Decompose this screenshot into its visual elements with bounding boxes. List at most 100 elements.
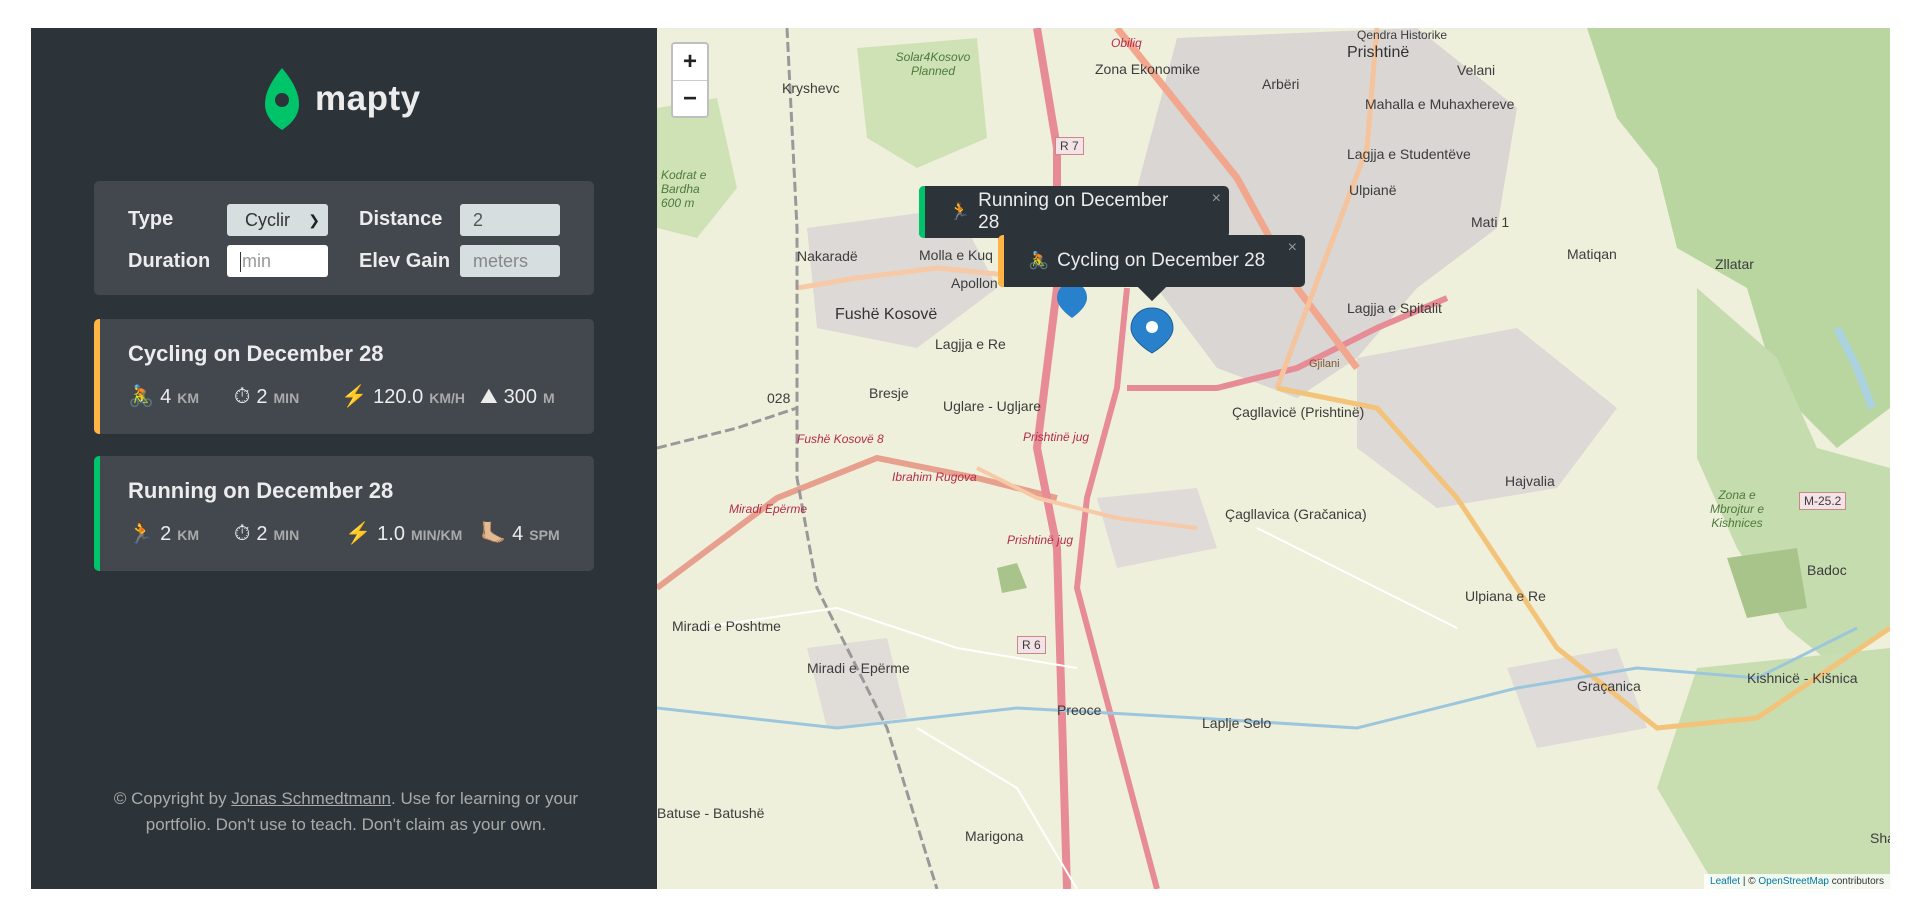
map-label: Fushë Kosovë 8	[797, 432, 884, 446]
workout-title: Cycling on December 28	[128, 341, 384, 366]
map-label: Prishtinë jug	[1023, 430, 1090, 444]
elev-gain-label: Elev Gain	[359, 250, 451, 272]
map-label: Kishnicë - Kišnica	[1747, 670, 1858, 686]
map-label: Fushë Kosovë	[835, 306, 938, 323]
map-label: Preoce	[1057, 702, 1102, 718]
map-label: Obiliq	[1111, 36, 1142, 50]
map-label: Hajvalia	[1505, 473, 1555, 489]
map-label: Ibrahim Rugova	[892, 470, 977, 484]
stopwatch-icon: ⏱	[234, 522, 251, 545]
type-label: Type	[128, 208, 174, 230]
stat-value: 4	[512, 523, 524, 545]
type-select-value: Cyclir	[245, 210, 290, 230]
stat-unit: m	[543, 390, 555, 406]
map-label: Gjilani	[1309, 358, 1340, 370]
lightning-icon: ⚡️	[345, 522, 372, 545]
road-shield: R 7	[1055, 137, 1084, 155]
map-label: Bresje	[869, 385, 909, 401]
map-label: Lagjja e Spitalit	[1347, 300, 1442, 316]
copyright-prefix: © Copyright by	[113, 789, 232, 808]
stat-unit: min	[273, 390, 300, 406]
attribution-tail: contributors	[1828, 876, 1884, 887]
duration-input[interactable]: min	[227, 245, 328, 277]
workout-item-cycling[interactable]: Cycling on December 28 🚴 4 km ⏱ 2 min ⚡️…	[94, 319, 594, 434]
popup-running[interactable]: 🏃 Running on December 28 ×	[919, 186, 1229, 253]
author-link[interactable]: Jonas Schmedtmann	[231, 789, 391, 808]
zoom-out-button[interactable]: −	[673, 80, 707, 116]
copyright: © Copyright by Jonas Schmedtmann. Use fo…	[91, 786, 601, 838]
stat-elevation: ⛰ 300 m	[480, 385, 555, 409]
stat-unit: km	[177, 527, 200, 543]
logo: mapty	[263, 66, 421, 132]
map-label: Ulpiana e Re	[1465, 588, 1546, 604]
distance-label: Distance	[359, 208, 443, 230]
workout-form: Type Cyclir ❯ Distance 2 Duration min El…	[94, 181, 594, 295]
map-label: Prishtinë jug	[1007, 533, 1074, 547]
road-shield: R 6	[1017, 636, 1046, 654]
stat-value: 1.0	[377, 523, 405, 545]
workout-stats: 🏃 2 km ⏱ 2 min ⚡️ 1.0 min/km 🦶🏼 4	[128, 522, 588, 550]
popup-title: Running on December 28	[978, 190, 1169, 233]
brand-name: mapty	[315, 79, 421, 118]
map-label: Uglare - Ugljare	[943, 398, 1042, 414]
map-label: Graçanica	[1577, 678, 1641, 694]
stopwatch-icon: ⏱	[234, 385, 251, 408]
map-label: Lagjja e Re	[935, 336, 1006, 352]
map-label: Nakaradë	[797, 248, 858, 264]
osm-link[interactable]: OpenStreetMap	[1758, 876, 1829, 887]
map-label: Miradi Epërme	[729, 502, 808, 516]
zoom-in-button[interactable]: +	[673, 44, 707, 80]
close-icon[interactable]: ×	[1212, 190, 1221, 208]
map-pin-logo-icon	[265, 68, 299, 130]
stat-value: 2	[256, 386, 268, 408]
map-label: Mahalla e Muhaxhereve	[1365, 96, 1515, 112]
stat-duration: ⏱ 2 min	[234, 385, 299, 409]
map-label: Sha	[1870, 830, 1890, 846]
map-label: Qendra Historike	[1357, 28, 1448, 42]
map[interactable]: Prishtinë Velani Mahalla e Muhaxhereve L…	[657, 28, 1890, 889]
distance-input[interactable]: 2	[460, 204, 560, 236]
map-label: Matiqan	[1567, 246, 1617, 262]
stat-value: 300	[503, 386, 538, 408]
elev-gain-input[interactable]: meters	[460, 245, 560, 277]
map-label: Solar4Kosovo Planned	[895, 50, 971, 78]
close-icon[interactable]: ×	[1288, 239, 1297, 257]
map-label: Lagjja e Studentëve	[1347, 146, 1471, 162]
running-icon: 🏃	[128, 522, 155, 545]
running-icon: 🏃	[949, 202, 971, 221]
stat-distance: 🏃 2 km	[128, 522, 199, 546]
workout-item-running[interactable]: Running on December 28 🏃 2 km ⏱ 2 min ⚡️…	[94, 456, 594, 571]
map-label: Miradi e Poshtme	[672, 618, 781, 634]
map-label: Zona e Mbrojtur e Kishnices	[1709, 488, 1765, 530]
duration-placeholder: min	[242, 251, 272, 271]
bicycle-icon: 🚴	[128, 385, 155, 408]
popup-accent-bar	[919, 186, 925, 238]
stat-value: 2	[256, 523, 268, 545]
stat-unit: km	[177, 390, 200, 406]
map-label: Çagllavica (Gračanica)	[1225, 506, 1367, 522]
workout-accent-bar	[94, 319, 100, 434]
stat-pace: ⚡️ 1.0 min/km	[345, 522, 462, 546]
foot-icon: 🦶🏼	[480, 522, 507, 545]
map-label: Prishtinë	[1347, 44, 1410, 61]
stat-unit: min	[273, 527, 300, 543]
map-label: Velani	[1457, 62, 1496, 78]
leaflet-link[interactable]: Leaflet	[1710, 876, 1740, 887]
stat-unit: spm	[529, 527, 560, 543]
map-label: Badoc	[1807, 562, 1847, 578]
sidebar: mapty Type Cyclir ❯ Distance 2 Duration …	[31, 28, 657, 889]
map-label: Arbëri	[1262, 76, 1300, 92]
zoom-control: + −	[671, 42, 709, 118]
road-shield: M-25.2	[1799, 492, 1847, 510]
popup-cycling[interactable]: 🚴 Cycling on December 28 ×	[998, 235, 1305, 302]
map-label: Çagllavicë (Prishtinë)	[1232, 404, 1365, 420]
stat-cadence: 🦶🏼 4 spm	[480, 522, 560, 546]
map-label: Laplje Selo	[1202, 715, 1272, 731]
map-tiles	[657, 28, 1890, 889]
map-label: 028	[767, 390, 791, 406]
type-select[interactable]: Cyclir ❯	[227, 204, 328, 236]
map-label: Zllatar	[1715, 256, 1754, 272]
map-label: Ulpianë	[1349, 182, 1397, 198]
map-label: Batuse - Batushë	[657, 805, 765, 821]
map-label: Miradi e Epërme	[807, 660, 910, 676]
